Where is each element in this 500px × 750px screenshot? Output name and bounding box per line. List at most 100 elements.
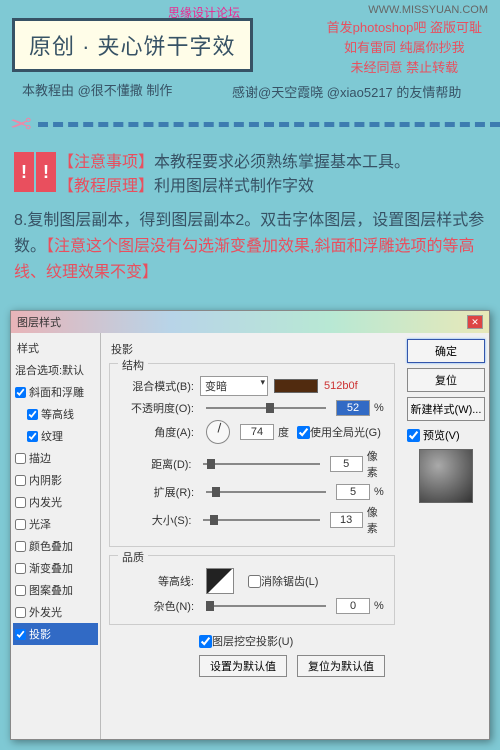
distance-slider[interactable]	[203, 463, 319, 465]
blend-mode-select[interactable]: 变暗	[200, 376, 268, 396]
preview-thumbnail	[419, 449, 473, 503]
spread-slider[interactable]	[206, 491, 326, 493]
antialias-checkbox[interactable]	[248, 575, 261, 588]
sidebar-item[interactable]: 颜色叠加	[13, 535, 98, 557]
angle-input[interactable]: 74	[240, 424, 274, 440]
new-style-button[interactable]: 新建样式(W)...	[407, 397, 485, 421]
noise-slider[interactable]	[206, 605, 326, 607]
reset-default-button[interactable]: 复位为默认值	[297, 655, 385, 677]
sidebar-item[interactable]: 等高线	[13, 403, 98, 425]
scissor-icon: ✂	[10, 109, 32, 140]
style-checkbox[interactable]	[15, 563, 26, 574]
color-hex: 512b0f	[324, 380, 358, 392]
alert-text: 【注意事项】本教程要求必须熟练掌握基本工具。 【教程原理】利用图层样式制作字效	[58, 148, 410, 196]
opacity-input[interactable]: 52	[336, 400, 370, 416]
sidebar-item-label: 图案叠加	[29, 582, 73, 598]
style-checkbox[interactable]	[27, 409, 38, 420]
alert-block: ! ! 【注意事项】本教程要求必须熟练掌握基本工具。 【教程原理】利用图层样式制…	[14, 148, 500, 196]
size-input[interactable]: 13	[330, 512, 363, 528]
size-slider[interactable]	[203, 519, 319, 521]
style-checkbox[interactable]	[15, 607, 26, 618]
exclamation-icon: !	[36, 152, 56, 192]
group-label: 品质	[118, 549, 148, 565]
blend-label: 混合模式(B):	[116, 378, 194, 394]
sidebar-item[interactable]: 内发光	[13, 491, 98, 513]
knockout-label: 图层挖空投影(U)	[212, 633, 293, 649]
style-checkbox[interactable]	[15, 629, 26, 640]
sidebar-item[interactable]: 斜面和浮雕	[13, 381, 98, 403]
global-light-checkbox[interactable]	[297, 426, 310, 439]
panel-title: 投影	[111, 341, 395, 357]
sidebar-item-label: 等高线	[41, 406, 74, 422]
spread-input[interactable]: 5	[336, 484, 370, 500]
watermark-forum: 思缘设计论坛	[168, 4, 240, 21]
sidebar-header: 样式	[13, 337, 98, 359]
global-light-label: 使用全局光(G)	[310, 424, 381, 440]
quality-group: 品质 等高线: 消除锯齿(L) 杂色(N): 0 %	[109, 555, 395, 625]
angle-dial[interactable]	[206, 420, 230, 444]
structure-group: 结构 混合模式(B): 变暗 512b0f 不透明度(O): 52 % 角度(A…	[109, 363, 395, 547]
style-checkbox[interactable]	[15, 519, 26, 530]
sidebar-item-label: 颜色叠加	[29, 538, 73, 554]
preview-label: 预览(V)	[423, 427, 460, 443]
angle-unit: 度	[278, 424, 289, 440]
px-unit: 像素	[367, 504, 388, 536]
sidebar-item[interactable]: 渐变叠加	[13, 557, 98, 579]
close-icon[interactable]: ✕	[467, 315, 483, 329]
dialog-titlebar[interactable]: 图层样式 ✕	[11, 311, 489, 333]
opacity-slider[interactable]	[206, 407, 326, 409]
distance-input[interactable]: 5	[330, 456, 363, 472]
sidebar-item-label: 光泽	[29, 516, 51, 532]
step-text: 8.复制图层副本，得到图层副本2。双击字体图层，设置图层样式参数。【注意这个图层…	[14, 208, 486, 286]
knockout-checkbox[interactable]	[199, 635, 212, 648]
watermark-url: WWW.MISSYUAN.COM	[368, 4, 488, 16]
step-note: 【注意这个图层没有勾选渐变叠加效果,斜面和浮雕选项的等高线、纹理效果不变】	[14, 238, 474, 281]
preview-checkbox[interactable]	[407, 429, 420, 442]
opacity-label: 不透明度(O):	[116, 400, 194, 416]
alert1-tag: 【注意事项】	[58, 154, 154, 171]
sidebar-item[interactable]: 外发光	[13, 601, 98, 623]
sidebar-item[interactable]: 光泽	[13, 513, 98, 535]
contour-label: 等高线:	[116, 573, 194, 589]
dashed-line	[38, 122, 500, 127]
sidebar-item[interactable]: 内阴影	[13, 469, 98, 491]
pct-unit: %	[374, 402, 384, 414]
sidebar-item[interactable]: 描边	[13, 447, 98, 469]
noise-input[interactable]: 0	[336, 598, 370, 614]
credit-thanks: 感谢@天空霞晓 @xiao5217 的友情帮助	[232, 82, 461, 101]
layer-style-dialog: 图层样式 ✕ 样式 混合选项:默认斜面和浮雕等高线纹理描边内阴影内发光光泽颜色叠…	[10, 310, 490, 740]
style-sidebar: 样式 混合选项:默认斜面和浮雕等高线纹理描边内阴影内发光光泽颜色叠加渐变叠加图案…	[11, 333, 101, 739]
angle-label: 角度(A):	[116, 424, 194, 440]
sidebar-item[interactable]: 投影	[13, 623, 98, 645]
style-checkbox[interactable]	[15, 541, 26, 552]
sidebar-item-label: 外发光	[29, 604, 62, 620]
cancel-button[interactable]: 复位	[407, 368, 485, 392]
sidebar-item-label: 斜面和浮雕	[29, 384, 84, 400]
sidebar-item[interactable]: 图案叠加	[13, 579, 98, 601]
pct-unit: %	[374, 486, 384, 498]
style-checkbox[interactable]	[15, 475, 26, 486]
spread-label: 扩展(R):	[116, 484, 194, 500]
sidebar-item[interactable]: 混合选项:默认	[13, 359, 98, 381]
style-checkbox[interactable]	[15, 497, 26, 508]
shadow-color-swatch[interactable]	[274, 379, 318, 393]
pct-unit: %	[374, 600, 384, 612]
sidebar-item[interactable]: 纹理	[13, 425, 98, 447]
contour-picker[interactable]	[206, 568, 234, 594]
sidebar-item-label: 混合选项:默认	[15, 362, 84, 378]
ok-button[interactable]: 确定	[407, 339, 485, 363]
alert2-tag: 【教程原理】	[58, 178, 154, 195]
style-checkbox[interactable]	[15, 585, 26, 596]
distance-label: 距离(D):	[116, 456, 191, 472]
style-checkbox[interactable]	[15, 453, 26, 464]
red-line2: 如有雷同 纯属你抄我	[327, 38, 482, 58]
antialias-label: 消除锯齿(L)	[261, 573, 318, 589]
style-checkbox[interactable]	[15, 387, 26, 398]
style-checkbox[interactable]	[27, 431, 38, 442]
set-default-button[interactable]: 设置为默认值	[199, 655, 287, 677]
group-label: 结构	[118, 357, 148, 373]
sidebar-item-label: 渐变叠加	[29, 560, 73, 576]
tutorial-title: 原创 · 夹心饼干字效	[12, 18, 253, 72]
sidebar-item-label: 投影	[29, 626, 51, 642]
noise-label: 杂色(N):	[116, 598, 194, 614]
